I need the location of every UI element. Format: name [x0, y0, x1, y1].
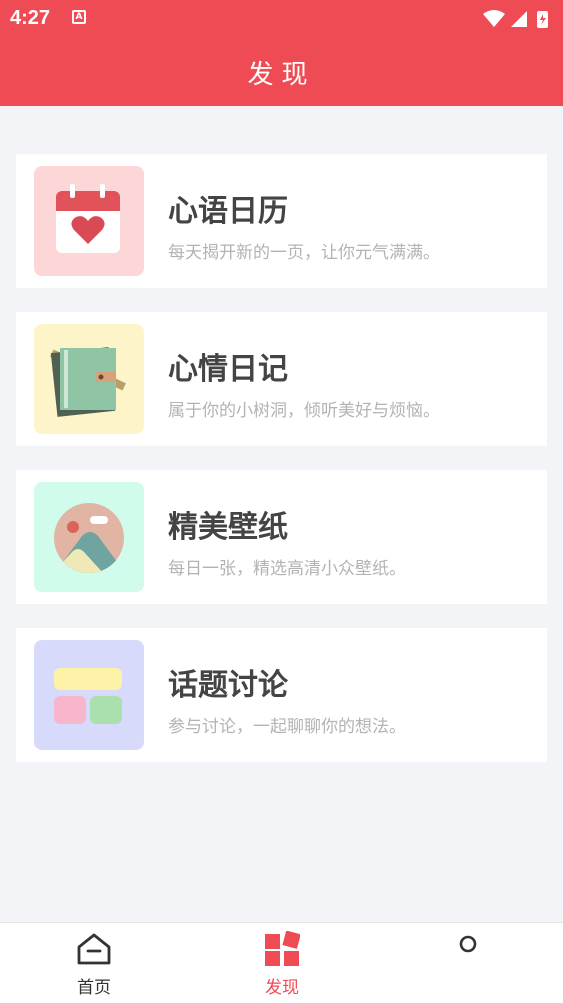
card-description: 每天揭开新的一页，让你元气满满。 [168, 243, 440, 263]
card-title: 心语日历 [168, 194, 288, 229]
page-title: 发现 [247, 60, 316, 90]
tab-discover-label: 发现 [265, 978, 299, 998]
card-topic-discussion[interactable]: 话题讨论 参与讨论，一起聊聊你的想法。 [16, 628, 547, 762]
card-icon-box [34, 640, 144, 750]
card-icon-box [34, 166, 144, 276]
diary-book-icon [50, 347, 126, 417]
card-icon-box [34, 324, 144, 434]
card-title: 心情日记 [168, 352, 288, 387]
notification-a-icon: A [72, 10, 86, 24]
tab-home[interactable]: 首页 [44, 923, 144, 1003]
tab-discover[interactable]: 发现 [232, 923, 332, 1003]
app-bar: 发现 [0, 38, 563, 106]
card-mood-diary[interactable]: 心情日记 属于你的小树洞，倾听美好与烦恼。 [16, 312, 547, 446]
card-title: 话题讨论 [168, 668, 288, 703]
landscape-image-icon [54, 503, 124, 573]
card-description: 每日一张，精选高清小众壁纸。 [168, 559, 406, 579]
tab-profile[interactable] [418, 923, 518, 1003]
calendar-heart-icon [56, 184, 120, 253]
card-wallpapers[interactable]: 精美壁纸 每日一张，精选高清小众壁纸。 [16, 470, 547, 604]
status-icons [483, 10, 548, 28]
card-description: 参与讨论，一起聊聊你的想法。 [168, 717, 406, 737]
tab-home-label: 首页 [77, 978, 111, 998]
status-time: 4:27 [10, 7, 51, 29]
card-title: 精美壁纸 [168, 510, 288, 545]
bottom-nav: 首页 发现 [0, 922, 563, 1003]
card-description: 属于你的小树洞，倾听美好与烦恼。 [168, 401, 440, 421]
discover-icon [265, 931, 300, 966]
home-icon [77, 933, 111, 965]
profile-icon [459, 935, 477, 953]
card-heart-calendar[interactable]: 心语日历 每天揭开新的一页，让你元气满满。 [16, 154, 547, 288]
signal-icon [511, 11, 527, 27]
card-icon-box [34, 482, 144, 592]
topic-blocks-icon [54, 668, 122, 724]
status-bar: 4:27 A [0, 0, 563, 38]
wifi-icon [483, 10, 505, 27]
